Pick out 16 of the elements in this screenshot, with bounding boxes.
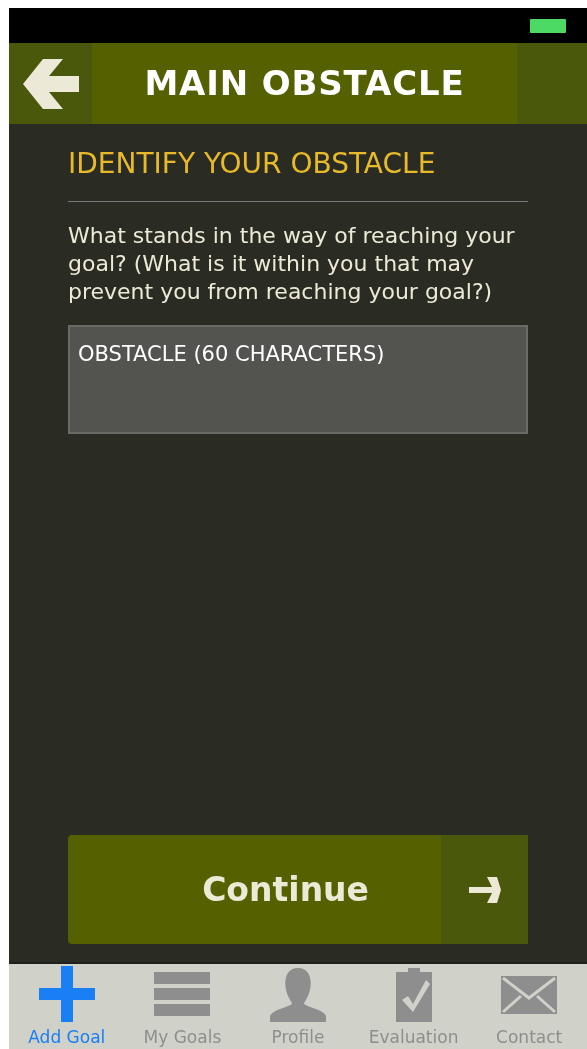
section-heading: IDENTIFY YOUR OBSTACLE (68, 146, 437, 182)
back-button[interactable] (9, 43, 92, 124)
person-icon (270, 966, 326, 1022)
continue-button[interactable]: Continue (68, 835, 528, 944)
tab-bar-item[interactable]: Evaluation (355, 964, 472, 1049)
question-text: What stands in the way of reaching your goal? (What is it within you that may prevent you from reaching your goal?) (68, 222, 516, 306)
tab-bar-item[interactable]: Contact (471, 964, 587, 1049)
tab-bar-item[interactable]: Add Goal (9, 964, 125, 1049)
obstacle-field[interactable]: OBSTACLE (60 CHARACTERS) (68, 325, 528, 434)
battery-icon (530, 18, 566, 33)
tab-bar-item[interactable]: My Goals (124, 964, 241, 1049)
tab-bar-item[interactable]: Profile (240, 964, 356, 1049)
arrow-right-icon (468, 876, 501, 903)
plus-icon (38, 966, 95, 1022)
back-arrow-icon (22, 58, 79, 109)
screen-title: MAIN OBSTACLE (144, 62, 465, 105)
